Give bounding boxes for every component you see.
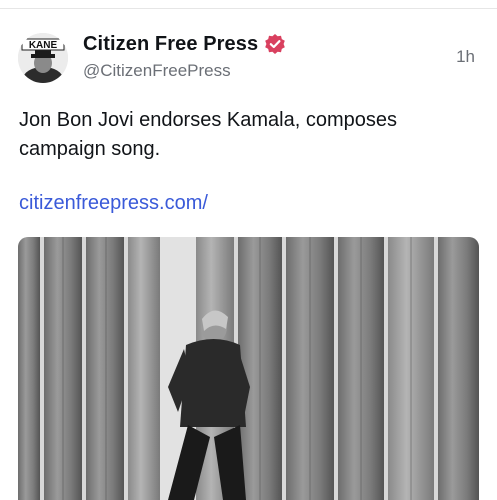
divider: [0, 8, 497, 9]
avatar-lettering: KANE: [29, 40, 58, 51]
author-display-name[interactable]: Citizen Free Press: [83, 33, 258, 56]
author-avatar[interactable]: KANE: [18, 33, 68, 83]
post-text: Jon Bon Jovi endorses Kamala, composes c…: [19, 109, 397, 160]
post-media-image[interactable]: [18, 237, 479, 500]
post-link[interactable]: citizenfreepress.com/: [19, 192, 208, 215]
author-name-row: Citizen Free Press: [83, 31, 286, 57]
post-card[interactable]: KANE Citizen Free Press @CitizenFreePres…: [0, 0, 497, 500]
verified-badge-icon: [264, 33, 286, 55]
author-handle[interactable]: @CitizenFreePress: [83, 61, 231, 81]
post-timestamp[interactable]: 1h: [456, 47, 475, 67]
